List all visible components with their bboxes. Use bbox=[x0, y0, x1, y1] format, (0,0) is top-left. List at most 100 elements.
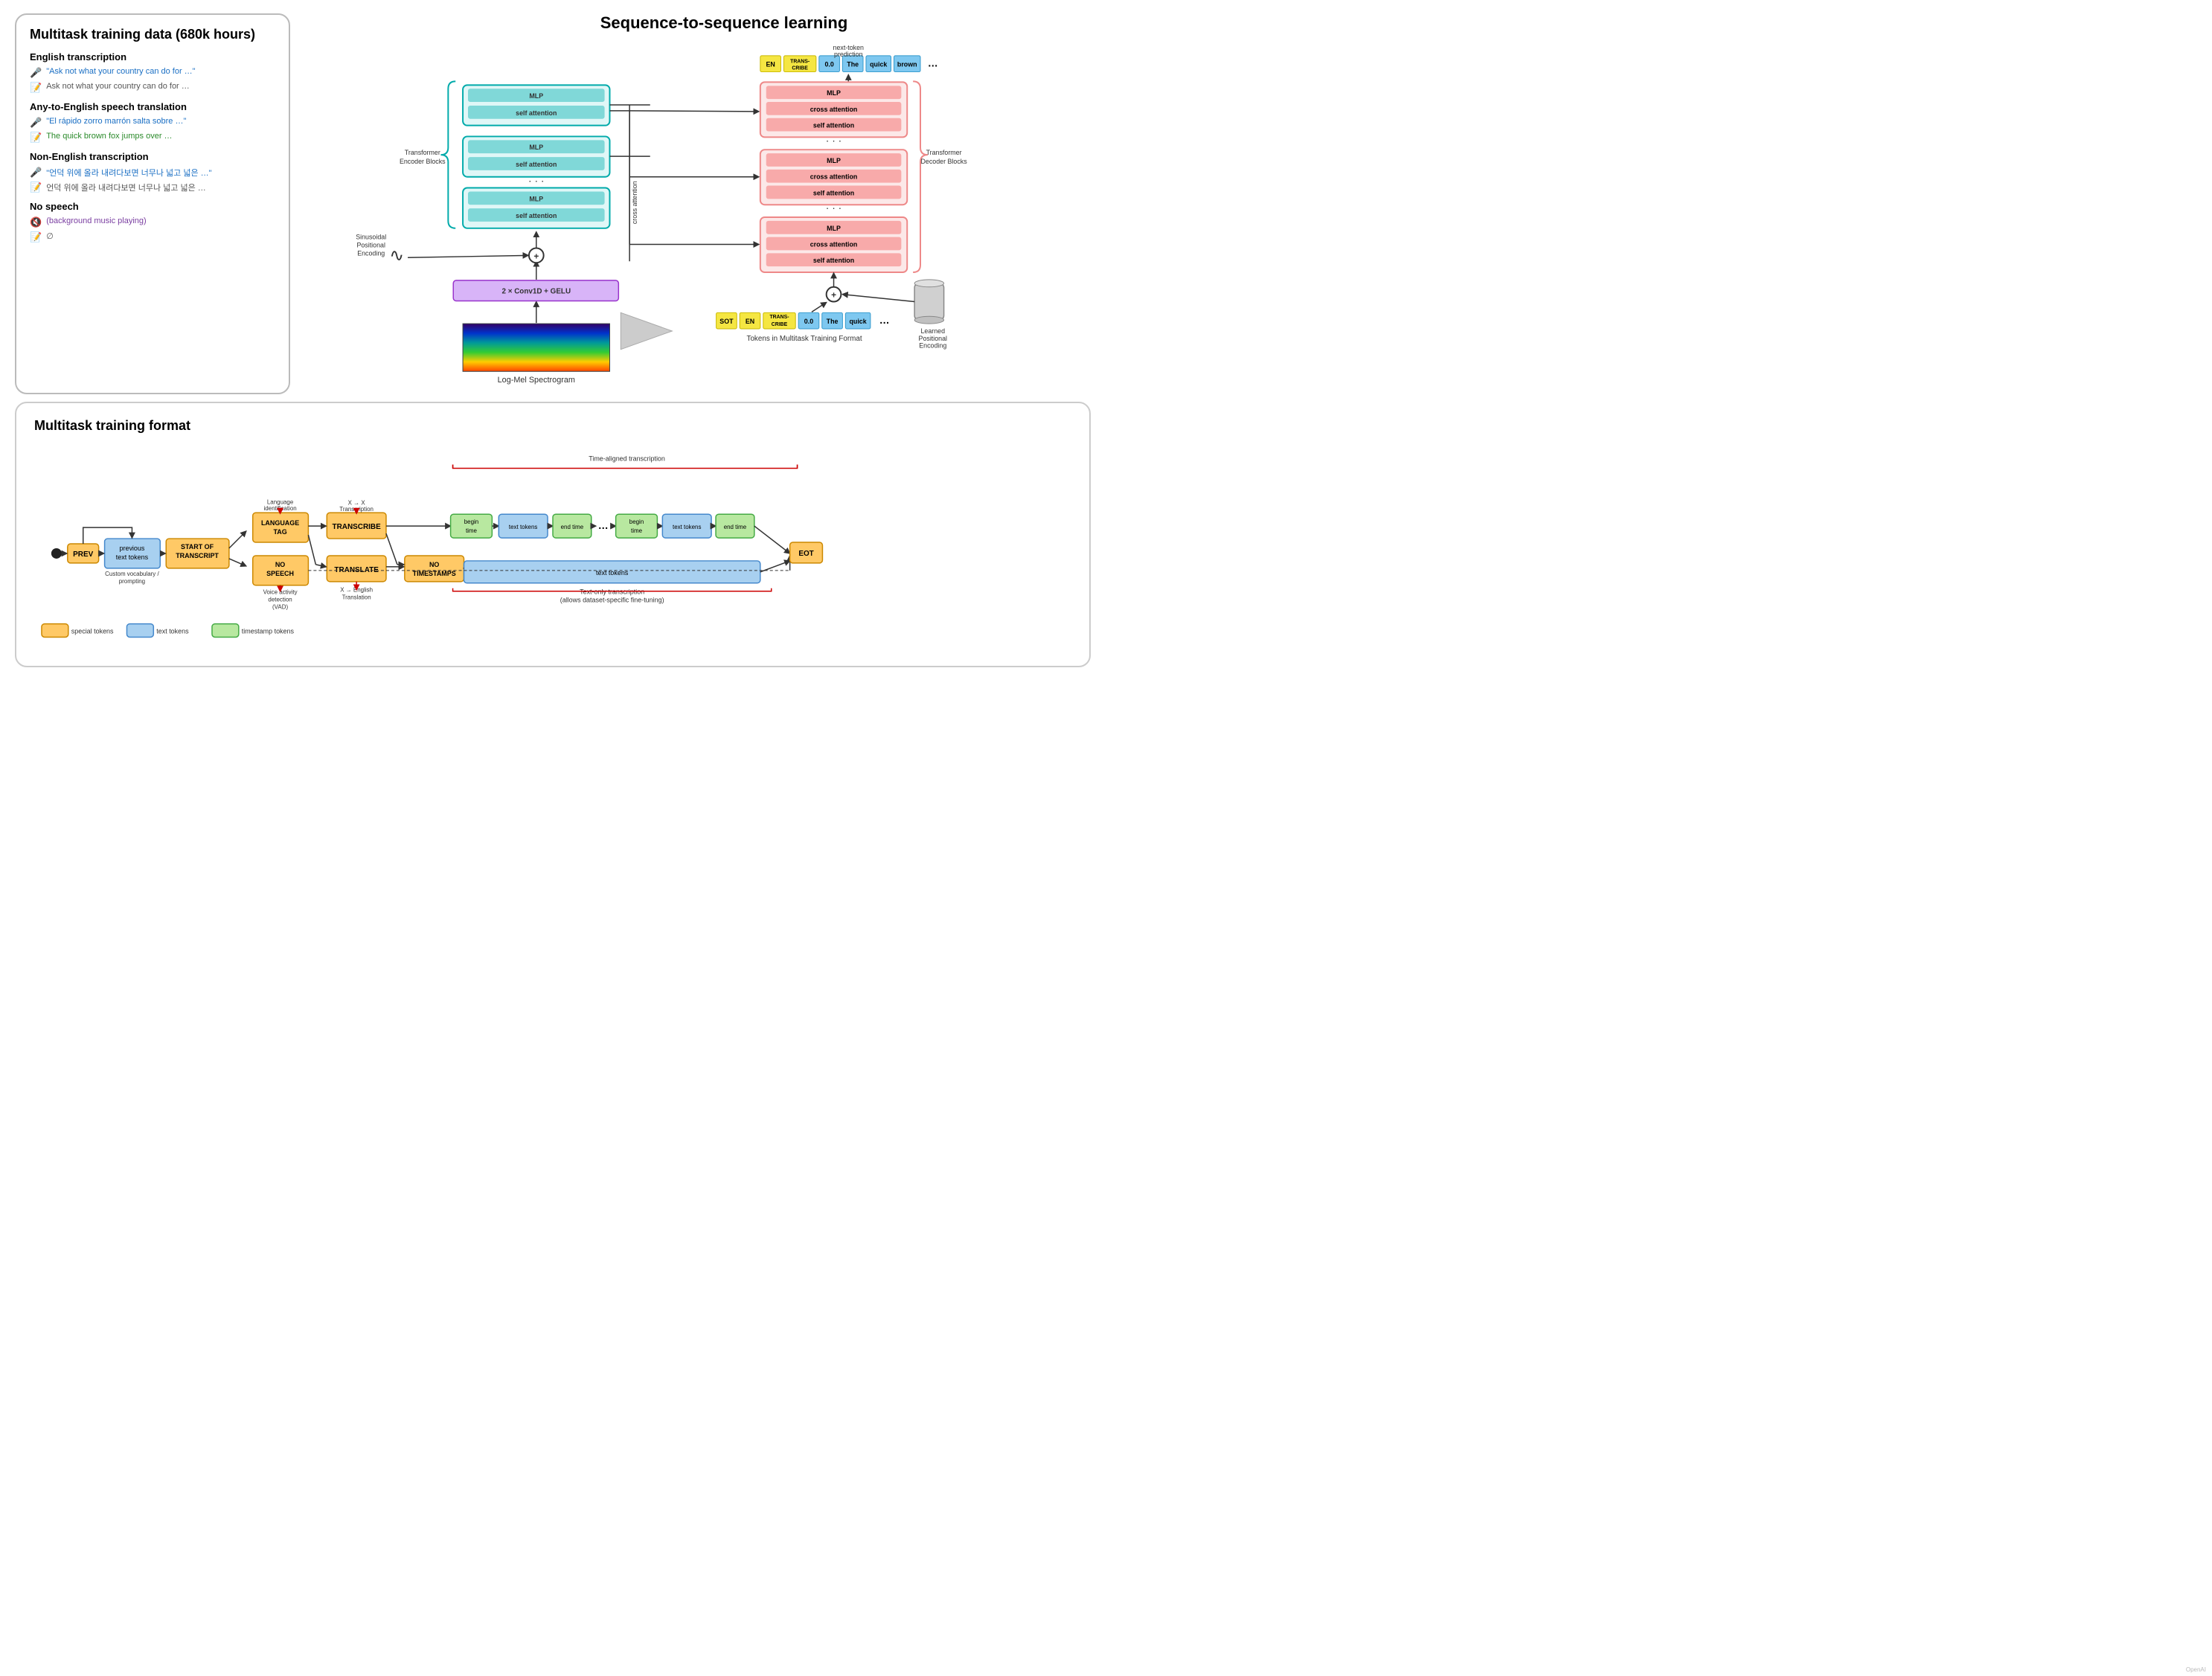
svg-text:CRIBE: CRIBE bbox=[792, 66, 808, 71]
no-speech-text-1: (background music playing) bbox=[46, 216, 147, 225]
watermark: OpenAI bbox=[2186, 1666, 2206, 1673]
svg-text:TAG: TAG bbox=[273, 528, 286, 536]
svg-text:quick: quick bbox=[870, 61, 887, 68]
translation-label: Any-to-English speech translation bbox=[30, 101, 275, 112]
english-row-1: 🎤 "Ask not what your country can do for … bbox=[30, 67, 275, 79]
svg-text:begin: begin bbox=[629, 518, 644, 525]
svg-text:Transformer: Transformer bbox=[926, 149, 962, 156]
svg-text:+: + bbox=[831, 290, 836, 301]
svg-text:+: + bbox=[533, 251, 539, 261]
svg-text:0.0: 0.0 bbox=[824, 61, 833, 68]
svg-text:Sinusoidal: Sinusoidal bbox=[356, 234, 386, 241]
svg-text:LANGUAGE: LANGUAGE bbox=[261, 519, 299, 527]
svg-text:MLP: MLP bbox=[827, 157, 841, 164]
svg-text:detection: detection bbox=[268, 597, 292, 603]
svg-text:self attention: self attention bbox=[516, 161, 557, 168]
svg-text:Transcription: Transcription bbox=[339, 506, 374, 513]
non-english-label: Non-English transcription bbox=[30, 151, 275, 162]
svg-text:prediction: prediction bbox=[834, 51, 863, 58]
svg-text:TRANSCRIPT: TRANSCRIPT bbox=[176, 552, 219, 559]
svg-text:TRANSCRIBE: TRANSCRIBE bbox=[333, 523, 382, 531]
svg-text:Encoder Blocks: Encoder Blocks bbox=[400, 158, 446, 165]
svg-text:special tokens: special tokens bbox=[71, 628, 114, 635]
svg-text:end time: end time bbox=[561, 524, 584, 530]
no-speech-row-1: 🔇 (background music playing) bbox=[30, 216, 275, 228]
svg-text:begin: begin bbox=[464, 518, 478, 525]
svg-text:Learned: Learned bbox=[920, 327, 945, 335]
english-row-2: 📝 Ask not what your country can do for … bbox=[30, 82, 275, 94]
svg-text:…: … bbox=[928, 57, 938, 69]
flow-svg: PREV previous text tokens START OF TRANS… bbox=[34, 446, 1071, 654]
pencil-icon-1: 📝 bbox=[30, 82, 42, 94]
svg-text:X → X: X → X bbox=[348, 499, 366, 506]
no-speech-text-2: ∅ bbox=[46, 231, 54, 241]
svg-text:SPEECH: SPEECH bbox=[266, 570, 294, 577]
translation-text-1: The quick brown fox jumps over … bbox=[46, 132, 172, 141]
english-text-1: Ask not what your country can do for … bbox=[46, 82, 190, 91]
translation-row-2: 📝 The quick brown fox jumps over … bbox=[30, 132, 275, 144]
pencil-icon-2: 📝 bbox=[30, 132, 42, 144]
svg-text:(allows dataset-specific fine-: (allows dataset-specific fine-tuning) bbox=[560, 597, 664, 604]
left-panel-title: Multitask training data (680k hours) bbox=[30, 27, 275, 42]
svg-text:Voice activity: Voice activity bbox=[263, 589, 298, 596]
svg-text:EOT: EOT bbox=[798, 550, 813, 558]
mic-icon-3: 🎤 bbox=[30, 167, 42, 179]
top-section: Multitask training data (680k hours) Eng… bbox=[0, 0, 1106, 402]
svg-text:text tokens: text tokens bbox=[596, 569, 629, 577]
pencil-icon-4: 📝 bbox=[30, 231, 42, 243]
bottom-section: Multitask training format PREV previous … bbox=[15, 402, 1091, 667]
no-speech-row-2: 📝 ∅ bbox=[30, 231, 275, 243]
svg-text:Tokens in Multitask Training F: Tokens in Multitask Training Format bbox=[747, 335, 862, 343]
svg-text:EN: EN bbox=[746, 318, 754, 325]
svg-text:· · ·: · · · bbox=[826, 134, 841, 146]
mic-icon-1: 🎤 bbox=[30, 67, 42, 79]
seq-title: Sequence-to-sequence learning bbox=[327, 13, 1121, 33]
svg-text:cross attention: cross attention bbox=[631, 181, 638, 224]
svg-text:Positional: Positional bbox=[356, 241, 385, 248]
svg-text:Language: Language bbox=[267, 498, 294, 505]
svg-text:self attention: self attention bbox=[516, 109, 557, 117]
svg-text:quick: quick bbox=[850, 318, 867, 325]
svg-text:brown: brown bbox=[897, 61, 917, 68]
svg-text:TRANSLATE: TRANSLATE bbox=[334, 566, 379, 574]
english-transcription-label: English transcription bbox=[30, 51, 275, 62]
svg-text:text tokens: text tokens bbox=[156, 628, 189, 635]
svg-text:Translation: Translation bbox=[342, 594, 371, 601]
svg-text:next-token: next-token bbox=[833, 44, 865, 51]
svg-text:cross attention: cross attention bbox=[810, 173, 858, 181]
seq-diagram: Log-Mel Spectrogram 2 × Conv1D + GELU + … bbox=[298, 40, 1091, 394]
svg-text:MLP: MLP bbox=[529, 92, 543, 100]
svg-text:text tokens: text tokens bbox=[116, 553, 149, 561]
svg-text:MLP: MLP bbox=[529, 144, 543, 151]
mic-icon-2: 🎤 bbox=[30, 117, 42, 129]
svg-text:TRANS-: TRANS- bbox=[769, 315, 789, 320]
svg-text:time: time bbox=[466, 527, 478, 534]
svg-text:cross attention: cross attention bbox=[810, 240, 858, 248]
svg-text:∿: ∿ bbox=[389, 246, 404, 266]
svg-text:…: … bbox=[598, 519, 609, 531]
left-panel: Multitask training data (680k hours) Eng… bbox=[15, 13, 290, 394]
svg-text:text tokens: text tokens bbox=[673, 524, 701, 530]
svg-text:time: time bbox=[631, 527, 643, 534]
svg-text:CRIBE: CRIBE bbox=[772, 322, 788, 327]
svg-text:prompting: prompting bbox=[119, 578, 145, 585]
flow-container: PREV previous text tokens START OF TRANS… bbox=[34, 446, 1071, 654]
translation-row-1: 🎤 "El rápido zorro marrón salta sobre …" bbox=[30, 117, 275, 129]
svg-text:Time-aligned transcription: Time-aligned transcription bbox=[589, 455, 665, 463]
svg-text:The: The bbox=[847, 61, 859, 68]
svg-text:end time: end time bbox=[724, 524, 747, 530]
svg-text:(VAD): (VAD) bbox=[272, 604, 288, 611]
non-english-row-2: 📝 언덕 위에 올라 내려다보면 너무나 넓고 넓은 … bbox=[30, 182, 275, 193]
svg-text:previous: previous bbox=[120, 545, 145, 552]
sequence-diagram-section: Sequence-to-sequence learning bbox=[298, 13, 1091, 394]
mute-icon: 🔇 bbox=[30, 216, 42, 228]
svg-text:SOT: SOT bbox=[719, 318, 734, 325]
bottom-title: Multitask training format bbox=[34, 418, 1071, 434]
svg-text:0.0: 0.0 bbox=[804, 318, 813, 325]
conv-label: 2 × Conv1D + GELU bbox=[501, 288, 571, 296]
svg-text:TIMESTAMPS: TIMESTAMPS bbox=[413, 570, 456, 577]
top-diagram-svg: Log-Mel Spectrogram 2 × Conv1D + GELU + … bbox=[298, 40, 1091, 394]
translation-quote-1: "El rápido zorro marrón salta sobre …" bbox=[46, 117, 186, 126]
svg-text:START OF: START OF bbox=[181, 543, 214, 550]
svg-text:self attention: self attention bbox=[813, 189, 854, 196]
